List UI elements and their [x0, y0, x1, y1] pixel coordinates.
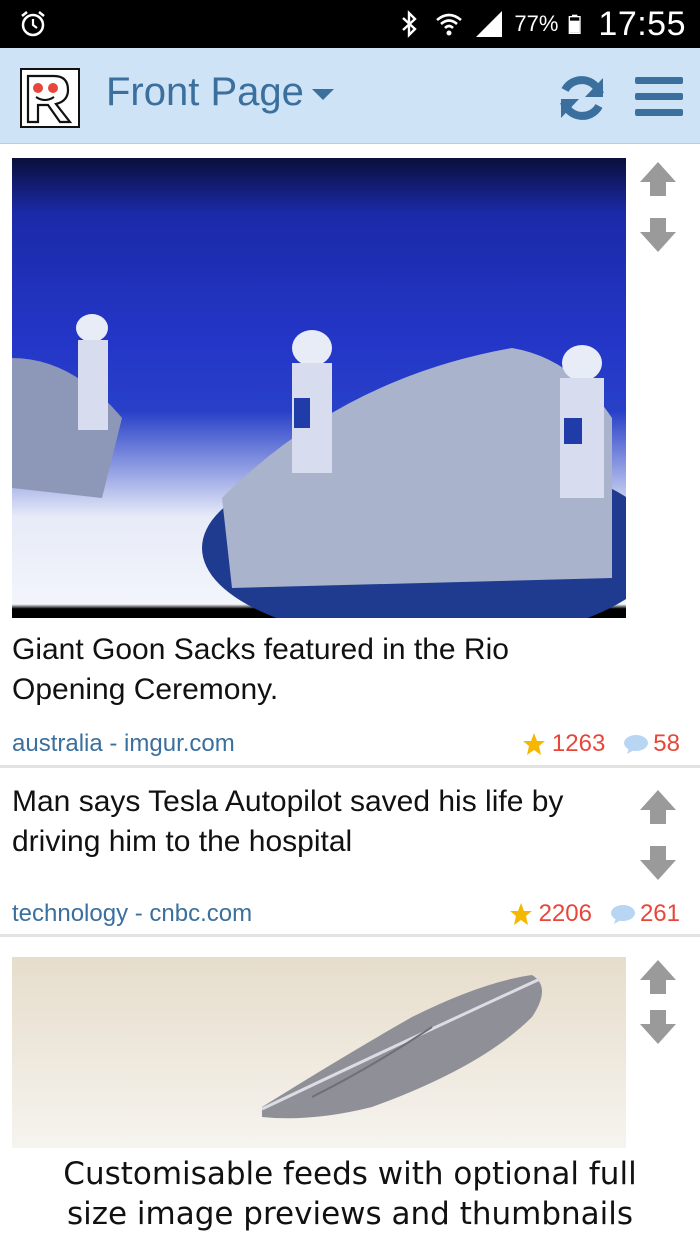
clock-time: 17:55: [598, 4, 686, 43]
comment-count[interactable]: 58: [653, 730, 680, 758]
score: 1263: [551, 730, 606, 757]
star-icon: [522, 733, 545, 755]
post-title[interactable]: Giant Goon Sacks featured in the Rio Ope…: [12, 630, 612, 710]
vote-controls: [636, 788, 680, 882]
vote-controls: [636, 958, 680, 1046]
feed-selector[interactable]: Front Page: [106, 70, 334, 115]
feather-illustration: [261, 975, 542, 1119]
refresh-icon[interactable]: [556, 72, 608, 124]
upvote-arrow-icon[interactable]: [636, 958, 680, 996]
page-title: Front Page: [106, 70, 304, 114]
caption-line-1: Customisable feeds with optional full: [63, 1156, 637, 1192]
downvote-arrow-icon[interactable]: [636, 844, 680, 882]
comment-icon: [610, 905, 635, 924]
vote-controls: [636, 160, 680, 254]
caption-line-2: size image previews and thumbnails: [66, 1196, 634, 1232]
status-bar: 77% 17:55: [0, 0, 700, 48]
battery-percent: 77%: [514, 11, 559, 36]
post-image[interactable]: [12, 158, 626, 618]
performers-illustration: [12, 314, 626, 618]
promo-caption: Customisable feeds with optional full si…: [0, 1148, 700, 1244]
post-stats: 1263 58: [522, 730, 680, 758]
downvote-arrow-icon[interactable]: [636, 1008, 680, 1046]
alarm-icon: [21, 11, 45, 37]
comment-count[interactable]: 261: [640, 900, 680, 928]
post-image[interactable]: [12, 957, 626, 1148]
app-logo[interactable]: [20, 68, 80, 128]
post-meta[interactable]: australia - imgur.com: [12, 730, 235, 758]
menu-icon[interactable]: [634, 74, 684, 120]
comment-icon: [624, 735, 649, 754]
post-divider: [0, 934, 700, 937]
star-icon: [509, 903, 532, 925]
battery-icon: [569, 14, 582, 34]
post-divider: [0, 765, 700, 768]
post-meta[interactable]: technology - cnbc.com: [12, 900, 252, 928]
upvote-arrow-icon[interactable]: [636, 160, 680, 198]
bluetooth-icon: [402, 10, 418, 38]
signal-icon: [476, 11, 503, 37]
wifi-icon: [436, 13, 463, 36]
downvote-arrow-icon[interactable]: [636, 216, 680, 254]
post-stats: 2206 261: [509, 900, 680, 928]
score: 2206: [538, 900, 592, 927]
post-title[interactable]: Man says Tesla Autopilot saved his life …: [12, 782, 612, 862]
upvote-arrow-icon[interactable]: [636, 788, 680, 826]
chevron-down-icon: [311, 89, 334, 100]
